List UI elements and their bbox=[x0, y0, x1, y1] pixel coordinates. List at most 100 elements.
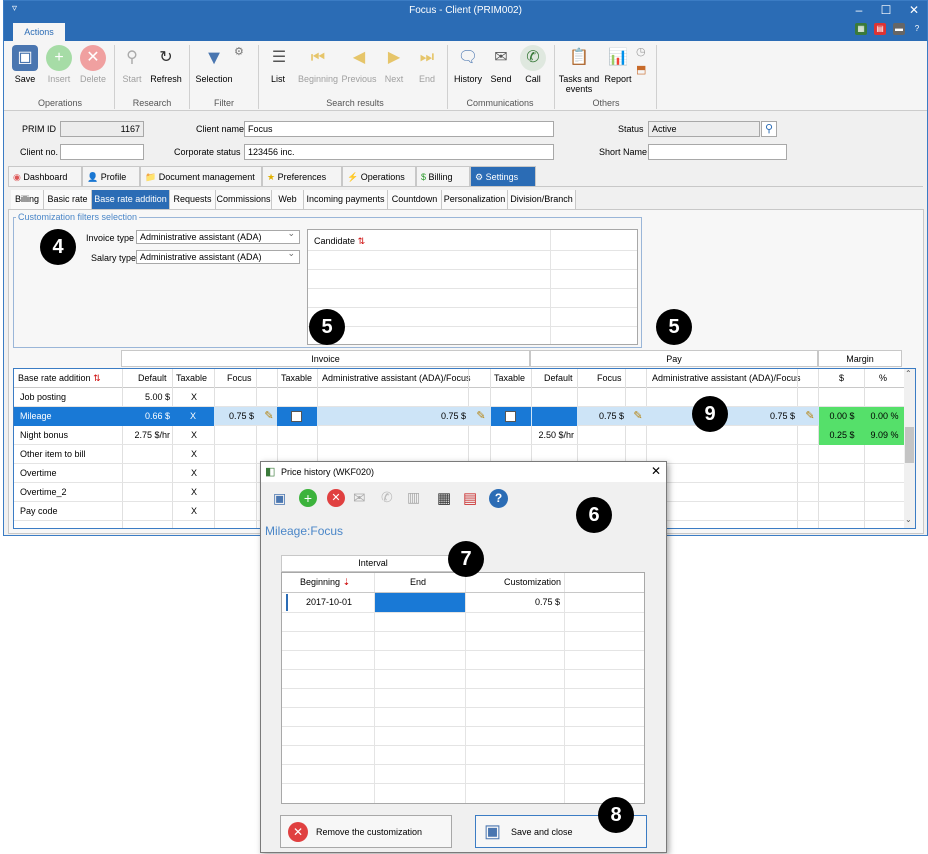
col-inv-default-header[interactable]: Default bbox=[138, 369, 167, 388]
save-button[interactable]: ▣ Save bbox=[10, 45, 40, 84]
pay-default-cell[interactable]: 2.50 $/hr bbox=[534, 426, 574, 445]
filter-settings-icon[interactable]: ⚙ bbox=[234, 45, 244, 58]
call-button[interactable]: ✆ Call bbox=[520, 45, 546, 84]
start-button[interactable]: ⚲ Start bbox=[118, 45, 146, 84]
tab-billing[interactable]: $ Billing bbox=[416, 166, 470, 186]
scrollbar-thumb[interactable] bbox=[905, 427, 914, 463]
calendar-icon[interactable]: ▤ bbox=[463, 489, 477, 507]
subtab-base-rate-addition[interactable]: Base rate addition bbox=[92, 190, 170, 209]
tab-actions[interactable]: Actions bbox=[13, 23, 65, 41]
inv-taxable-cell[interactable]: X bbox=[191, 445, 197, 464]
calculator-icon[interactable]: ▦ bbox=[855, 23, 867, 35]
send-button[interactable]: ✉ Send bbox=[488, 45, 514, 84]
mail-icon[interactable]: ✉ bbox=[353, 489, 366, 507]
client-name-field[interactable]: Focus bbox=[244, 121, 554, 137]
inv-taxable-cell[interactable]: X bbox=[172, 407, 214, 426]
delete-icon[interactable]: ✕ bbox=[327, 489, 345, 507]
calculator-icon[interactable]: ▦ bbox=[437, 489, 451, 507]
pay-default-cell[interactable] bbox=[532, 407, 577, 426]
inv-ada-cell[interactable]: 0.75 $ bbox=[318, 407, 466, 426]
beginning-cell[interactable]: 2017-10-01 bbox=[306, 593, 352, 612]
pay-taxable-cell[interactable]: ✓ bbox=[491, 407, 531, 426]
subtab-requests[interactable]: Requests bbox=[170, 190, 216, 209]
inv-taxable-cell[interactable]: X bbox=[191, 502, 197, 521]
inv-taxable-cell[interactable]: X bbox=[191, 464, 197, 483]
report-icon[interactable]: ▥ bbox=[407, 489, 420, 506]
inv-default-cell[interactable]: 5.00 $ bbox=[122, 388, 170, 407]
previous-button[interactable]: ◀ Previous bbox=[341, 45, 377, 84]
remove-customization-button[interactable]: ✕ Remove the customization bbox=[280, 815, 452, 848]
table-row[interactable]: Job posting 5.00 $ X bbox=[14, 388, 904, 407]
beginning-button[interactable]: ⏮ Beginning bbox=[295, 45, 341, 84]
next-button[interactable]: ▶ Next bbox=[381, 45, 407, 84]
tasks-events-button[interactable]: 📋 Tasks and events bbox=[558, 45, 600, 94]
close-icon[interactable]: ✕ bbox=[907, 3, 921, 17]
candidate-list[interactable]: Candidate ⇅ bbox=[307, 229, 638, 345]
report-button[interactable]: 📊 Report bbox=[602, 45, 634, 84]
tab-operations[interactable]: ⚡ Operations bbox=[342, 166, 416, 186]
clock-icon[interactable]: ◷ bbox=[636, 45, 646, 58]
tab-dashboard[interactable]: ◉ Dashboard bbox=[8, 166, 82, 186]
short-name-field[interactable] bbox=[648, 144, 787, 160]
corporate-status-field[interactable]: 123456 inc. bbox=[244, 144, 554, 160]
refresh-button[interactable]: ↻ Refresh bbox=[148, 45, 184, 84]
subtab-billing[interactable]: Billing bbox=[11, 190, 44, 209]
subtab-basic-rate[interactable]: Basic rate bbox=[44, 190, 92, 209]
col-name-header[interactable]: Base rate addition ⇅ bbox=[18, 369, 101, 388]
save-icon[interactable]: ▣ bbox=[273, 490, 286, 507]
col-beginning-header[interactable]: Beginning ⇣ bbox=[300, 573, 350, 592]
subtab-incoming-payments[interactable]: Incoming payments bbox=[304, 190, 388, 209]
status-search-icon[interactable]: ⚲ bbox=[761, 121, 777, 137]
inv-focus-cell[interactable]: 0.75 $ bbox=[214, 407, 254, 426]
customization-cell[interactable]: 0.75 $ bbox=[482, 593, 560, 612]
subtab-countdown[interactable]: Countdown bbox=[388, 190, 442, 209]
tab-preferences[interactable]: ★ Preferences bbox=[262, 166, 342, 186]
insert-button[interactable]: + Insert bbox=[42, 45, 76, 84]
col-inv-ada-header[interactable]: Administrative assistant (ADA)/Focus bbox=[322, 369, 471, 388]
vertical-scrollbar[interactable]: ⌃ ⌄ bbox=[904, 369, 915, 528]
subtab-commissions[interactable]: Commissions bbox=[216, 190, 272, 209]
invoice-type-select[interactable]: Administrative assistant (ADA) bbox=[136, 228, 300, 244]
tab-profile[interactable]: 👤 Profile bbox=[82, 166, 140, 186]
selection-button[interactable]: ▼ Selection bbox=[192, 45, 236, 84]
pay-focus-cell[interactable]: 0.75 $ bbox=[578, 407, 624, 426]
printer-icon[interactable]: ▬ bbox=[893, 23, 905, 35]
table-row-selected[interactable]: Mileage 0.66 $ X 0.75 $ ✎ ✓ 0.75 $ ✎ ✓ 0… bbox=[14, 407, 904, 426]
table-row[interactable]: 2017-10-01 0.75 $ bbox=[282, 593, 644, 612]
delete-button[interactable]: ✕ Delete bbox=[76, 45, 110, 84]
checkbox[interactable]: ✓ bbox=[291, 411, 302, 422]
col-margin-pct-header[interactable]: % bbox=[879, 369, 887, 388]
minimize-icon[interactable]: – bbox=[852, 3, 866, 17]
inv-taxable-cell[interactable]: X bbox=[191, 426, 197, 445]
col-pay-taxable-header[interactable]: Taxable bbox=[494, 369, 525, 388]
inv-taxable-cell[interactable]: X bbox=[191, 388, 197, 407]
pencil-icon[interactable]: ✎ bbox=[803, 409, 817, 423]
scroll-up-icon[interactable]: ⌃ bbox=[905, 369, 912, 378]
col-inv-focus-header[interactable]: Focus bbox=[227, 369, 252, 388]
col-pay-default-header[interactable]: Default bbox=[544, 369, 573, 388]
maximize-icon[interactable]: ☐ bbox=[879, 3, 893, 17]
client-no-field[interactable] bbox=[60, 144, 144, 160]
pencil-icon[interactable]: ✎ bbox=[474, 409, 488, 423]
pencil-icon[interactable]: ✎ bbox=[262, 409, 276, 423]
salary-type-select[interactable]: Administrative assistant (ADA) bbox=[136, 248, 300, 264]
help-icon[interactable]: ? bbox=[489, 489, 508, 508]
col-pay-focus-header[interactable]: Focus bbox=[597, 369, 622, 388]
checkbox[interactable]: ✓ bbox=[505, 411, 516, 422]
phone-icon[interactable]: ✆ bbox=[381, 489, 393, 506]
table-row[interactable]: Night bonus 2.75 $/hr X 2.50 $/hr 0.25 $… bbox=[14, 426, 904, 445]
candidate-header[interactable]: Candidate ⇅ bbox=[314, 236, 365, 247]
scroll-down-icon[interactable]: ⌄ bbox=[905, 515, 912, 524]
inv-default-cell[interactable]: 2.75 $/hr bbox=[122, 426, 170, 445]
inv-taxable2-cell[interactable]: ✓ bbox=[277, 407, 317, 426]
col-inv-taxable-header[interactable]: Taxable bbox=[176, 369, 207, 388]
help-icon[interactable]: ? bbox=[911, 23, 923, 35]
subtab-web[interactable]: Web bbox=[272, 190, 304, 209]
col-margin-dollar-header[interactable]: $ bbox=[839, 369, 844, 388]
calendar-icon[interactable]: ▤ bbox=[874, 23, 886, 35]
plus-icon[interactable]: + bbox=[299, 489, 317, 507]
inv-default-cell[interactable]: 0.66 $ bbox=[122, 407, 172, 426]
export-icon[interactable]: ⬒ bbox=[636, 63, 646, 76]
list-button[interactable]: ☰ List bbox=[266, 45, 290, 84]
inv-taxable-cell[interactable]: X bbox=[191, 483, 197, 502]
